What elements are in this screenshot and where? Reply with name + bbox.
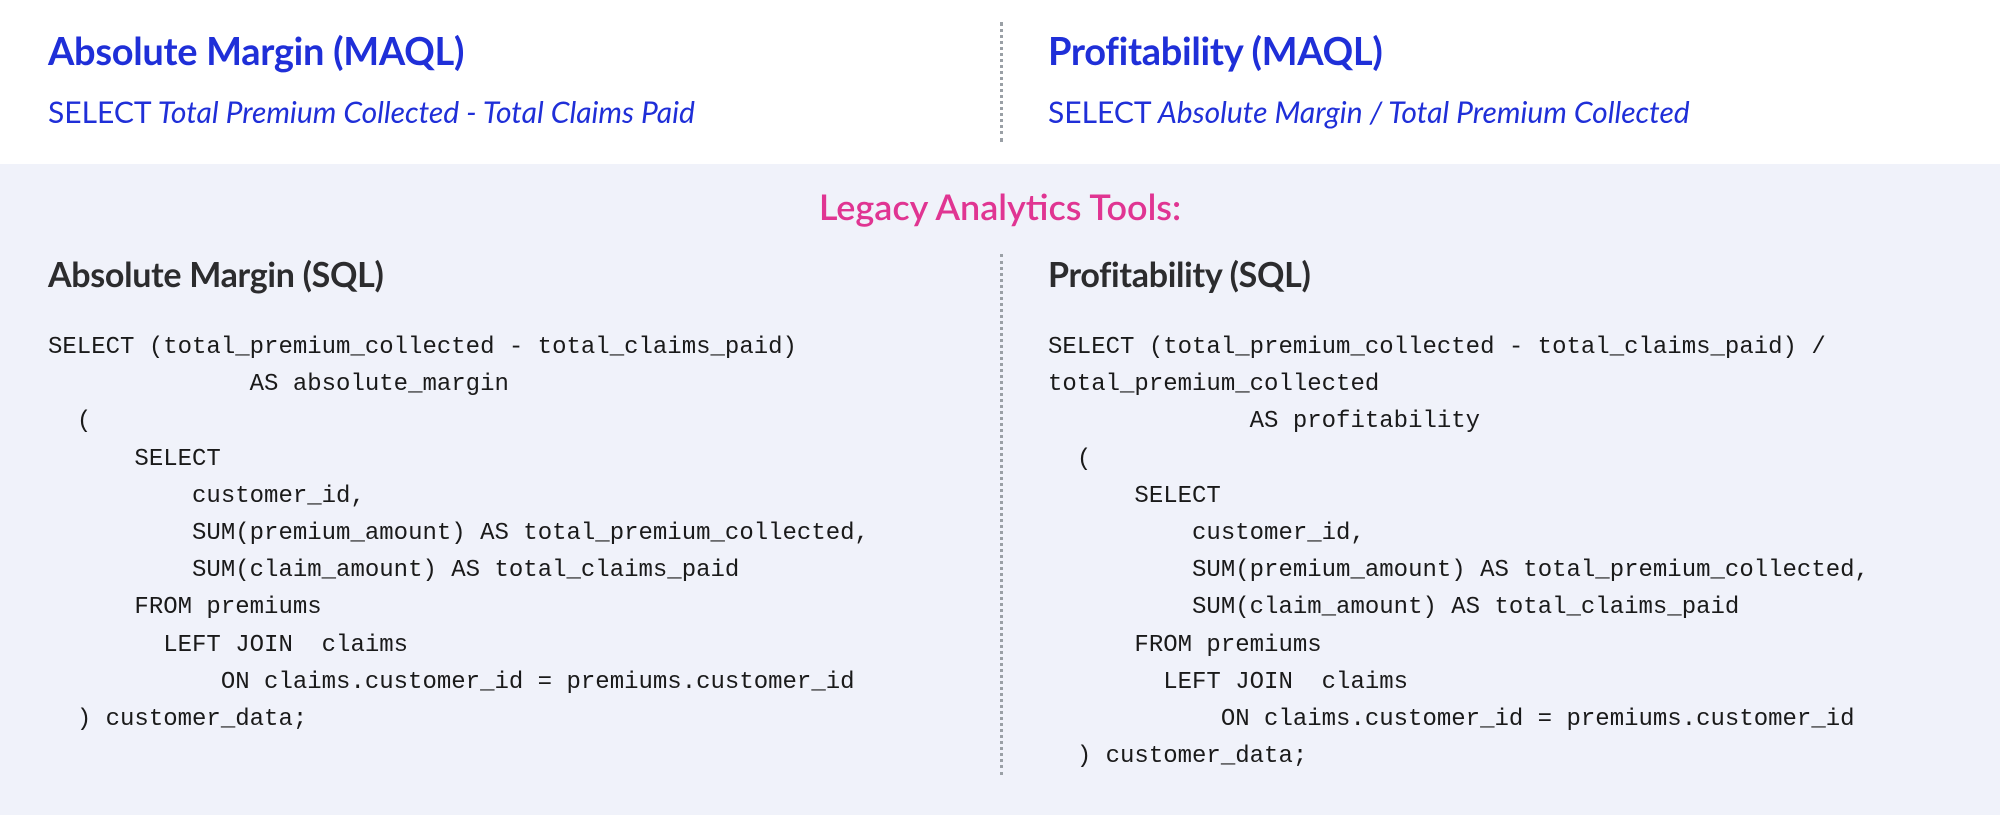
sql-right-title: Profitability (SQL) <box>1048 254 1952 295</box>
sql-left-col: Absolute Margin (SQL) SELECT (total_prem… <box>48 254 1000 775</box>
vertical-divider-top <box>1000 22 1003 142</box>
sql-columns: Absolute Margin (SQL) SELECT (total_prem… <box>48 254 1952 775</box>
maql-right-title: Profitability (MAQL) <box>1048 28 1952 74</box>
maql-right-query: SELECT Absolute Margin / Total Premium C… <box>1048 94 1952 130</box>
maql-right-expression: Absolute Margin / Total Premium Collecte… <box>1158 94 1690 130</box>
maql-left-select-keyword: SELECT <box>48 94 152 130</box>
legacy-heading: Legacy Analytics Tools: <box>48 184 1952 228</box>
sql-right-col: Profitability (SQL) SELECT (total_premiu… <box>1000 254 1952 775</box>
maql-right-select-keyword: SELECT <box>1048 94 1152 130</box>
maql-left-query: SELECT Total Premium Collected - Total C… <box>48 94 952 130</box>
maql-left-expression: Total Premium Collected - Total Claims P… <box>158 94 695 130</box>
vertical-divider-bottom <box>1000 254 1003 775</box>
sql-left-title: Absolute Margin (SQL) <box>48 254 952 295</box>
maql-left-title: Absolute Margin (MAQL) <box>48 28 952 74</box>
maql-right-col: Profitability (MAQL) SELECT Absolute Mar… <box>1000 28 1952 130</box>
sql-right-code: SELECT (total_premium_collected - total_… <box>1048 329 1952 775</box>
legacy-section: Legacy Analytics Tools: Absolute Margin … <box>0 164 2000 815</box>
comparison-document: Absolute Margin (MAQL) SELECT Total Prem… <box>0 0 2000 828</box>
maql-left-col: Absolute Margin (MAQL) SELECT Total Prem… <box>48 28 1000 130</box>
sql-left-code: SELECT (total_premium_collected - total_… <box>48 329 952 738</box>
maql-section: Absolute Margin (MAQL) SELECT Total Prem… <box>0 0 2000 164</box>
